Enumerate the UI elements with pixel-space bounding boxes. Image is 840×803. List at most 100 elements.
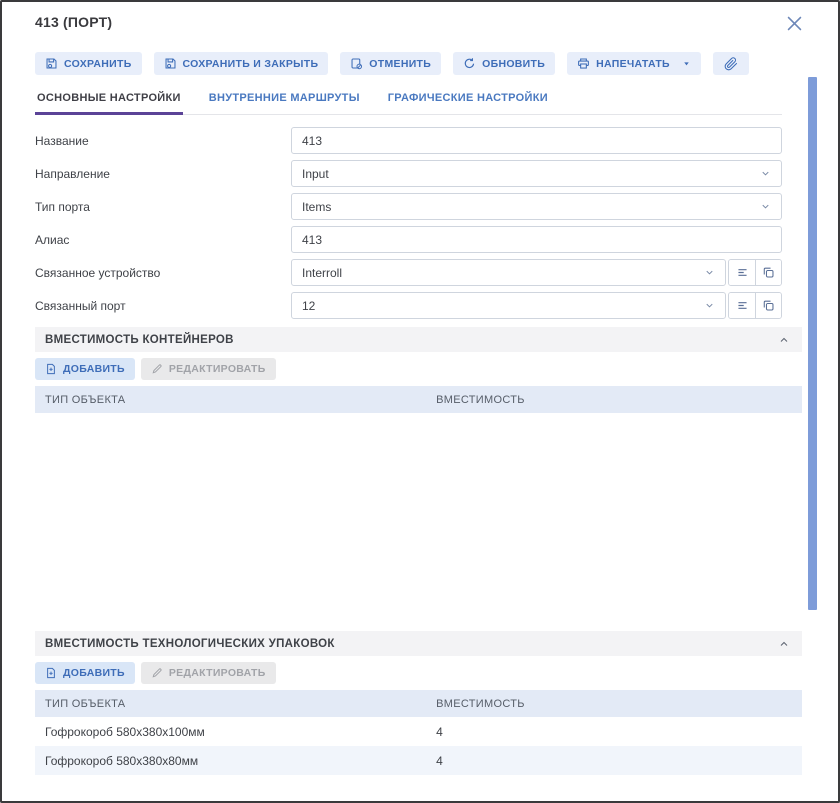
containers-capacity-table: ТИП ОБЪЕКТА ВМЕСТИМОСТЬ bbox=[35, 386, 802, 623]
section-containers-header[interactable]: ВМЕСТИМОСТЬ КОНТЕЙНЕРОВ bbox=[35, 327, 802, 352]
add-button[interactable]: ДОБАВИТЬ bbox=[35, 662, 135, 684]
list-lines-icon bbox=[736, 266, 749, 279]
list-lines-icon bbox=[736, 299, 749, 312]
open-list-button[interactable] bbox=[729, 293, 755, 318]
tab-graphic-settings[interactable]: ГРАФИЧЕСКИЕ НАСТРОЙКИ bbox=[386, 88, 550, 115]
add-button[interactable]: ДОБАВИТЬ bbox=[35, 358, 135, 380]
copy-button[interactable] bbox=[755, 293, 781, 318]
alias-label: Алиас bbox=[35, 233, 291, 247]
linked-device-select[interactable]: Interroll bbox=[291, 259, 726, 286]
edit-button-label: РЕДАКТИРОВАТЬ bbox=[169, 363, 266, 375]
cancel-icon bbox=[350, 57, 363, 70]
save-and-close-button[interactable]: СОХРАНИТЬ И ЗАКРЫТЬ bbox=[154, 52, 329, 75]
edit-button[interactable]: РЕДАКТИРОВАТЬ bbox=[141, 662, 276, 684]
main-settings-form: Название Направление Input Тип порта Ite… bbox=[35, 127, 782, 319]
port-dialog: 413 (ПОРТ) СОХРАНИТЬ bbox=[0, 0, 840, 803]
form-row-name: Название bbox=[35, 127, 782, 154]
save-and-close-button-label: СОХРАНИТЬ И ЗАКРЫТЬ bbox=[183, 58, 319, 70]
chevron-down-icon bbox=[760, 168, 771, 179]
linked-device-value: Interroll bbox=[302, 266, 342, 280]
port-type-value: Items bbox=[302, 200, 331, 214]
open-list-button[interactable] bbox=[729, 260, 755, 285]
refresh-icon bbox=[463, 57, 476, 70]
table-header: ТИП ОБЪЕКТА ВМЕСТИМОСТЬ bbox=[35, 690, 802, 717]
section-containers-toolbar: ДОБАВИТЬ РЕДАКТИРОВАТЬ bbox=[35, 358, 782, 380]
name-input[interactable] bbox=[291, 127, 782, 154]
section-packages-title: ВМЕСТИМОСТЬ ТЕХНОЛОГИЧЕСКИХ УПАКОВОК bbox=[45, 638, 335, 650]
pencil-icon bbox=[151, 667, 163, 679]
cancel-button[interactable]: ОТМЕНИТЬ bbox=[340, 52, 441, 75]
linked-port-value: 12 bbox=[302, 299, 315, 313]
cell-capacity: 4 bbox=[426, 725, 802, 739]
edit-button-label: РЕДАКТИРОВАТЬ bbox=[169, 667, 266, 679]
packages-capacity-table: ТИП ОБЪЕКТА ВМЕСТИМОСТЬ Гофрокороб 580х3… bbox=[35, 690, 802, 775]
linked-port-label: Связанный порт bbox=[35, 299, 291, 313]
form-row-direction: Направление Input bbox=[35, 160, 782, 187]
tab-main-settings[interactable]: ОСНОВНЫЕ НАСТРОЙКИ bbox=[35, 88, 183, 115]
vertical-scrollbar-thumb[interactable] bbox=[808, 77, 817, 610]
chevron-down-icon bbox=[704, 300, 715, 311]
section-packages-header[interactable]: ВМЕСТИМОСТЬ ТЕХНОЛОГИЧЕСКИХ УПАКОВОК bbox=[35, 631, 802, 656]
linked-device-lookup: Interroll bbox=[291, 259, 782, 286]
direction-label: Направление bbox=[35, 167, 291, 181]
document-plus-icon bbox=[45, 363, 57, 375]
tab-internal-routes[interactable]: ВНУТРЕННИЕ МАРШРУТЫ bbox=[207, 88, 362, 115]
print-icon bbox=[577, 57, 590, 70]
form-row-port-type: Тип порта Items bbox=[35, 193, 782, 220]
column-header-capacity: ВМЕСТИМОСТЬ bbox=[426, 698, 802, 710]
copy-button[interactable] bbox=[755, 260, 781, 285]
cell-object-type: Гофрокороб 580х380х80мм bbox=[35, 754, 426, 768]
form-row-linked-device: Связанное устройство Interroll bbox=[35, 259, 782, 286]
column-header-object-type: ТИП ОБЪЕКТА bbox=[35, 394, 426, 406]
table-row[interactable]: Гофрокороб 580х380х80мм 4 bbox=[35, 746, 802, 775]
column-header-capacity: ВМЕСТИМОСТЬ bbox=[426, 394, 802, 406]
direction-value: Input bbox=[302, 167, 329, 181]
direction-select[interactable]: Input bbox=[291, 160, 782, 187]
chevron-down-icon bbox=[704, 267, 715, 278]
add-button-label: ДОБАВИТЬ bbox=[63, 363, 125, 375]
chevron-down-icon bbox=[760, 201, 771, 212]
print-button-label: НАПЕЧАТАТЬ bbox=[596, 58, 670, 70]
section-packages-toolbar: ДОБАВИТЬ РЕДАКТИРОВАТЬ bbox=[35, 662, 782, 684]
titlebar: 413 (ПОРТ) bbox=[35, 14, 782, 40]
cancel-button-label: ОТМЕНИТЬ bbox=[369, 58, 431, 70]
table-body-empty bbox=[35, 413, 802, 623]
close-icon bbox=[785, 14, 804, 33]
refresh-button-label: ОБНОВИТЬ bbox=[482, 58, 545, 70]
form-row-linked-port: Связанный порт 12 bbox=[35, 292, 782, 319]
copy-icon bbox=[762, 266, 775, 279]
save-button[interactable]: СОХРАНИТЬ bbox=[35, 52, 142, 75]
port-type-select[interactable]: Items bbox=[291, 193, 782, 220]
linked-port-actions bbox=[728, 292, 782, 319]
linked-port-select[interactable]: 12 bbox=[291, 292, 726, 319]
table-row[interactable]: Гофрокороб 580х380х100мм 4 bbox=[35, 717, 802, 746]
form-row-alias: Алиас bbox=[35, 226, 782, 253]
linked-port-lookup: 12 bbox=[291, 292, 782, 319]
tab-bar: ОСНОВНЫЕ НАСТРОЙКИ ВНУТРЕННИЕ МАРШРУТЫ Г… bbox=[35, 88, 782, 115]
chevron-up-icon bbox=[778, 334, 790, 346]
copy-icon bbox=[762, 299, 775, 312]
table-header: ТИП ОБЪЕКТА ВМЕСТИМОСТЬ bbox=[35, 386, 802, 413]
paperclip-icon bbox=[724, 57, 738, 71]
name-label: Название bbox=[35, 134, 291, 148]
attachments-button[interactable] bbox=[713, 52, 749, 75]
pencil-icon bbox=[151, 363, 163, 375]
linked-device-actions bbox=[728, 259, 782, 286]
linked-device-label: Связанное устройство bbox=[35, 266, 291, 280]
add-button-label: ДОБАВИТЬ bbox=[63, 667, 125, 679]
toolbar: СОХРАНИТЬ СОХРАНИТЬ И ЗАКРЫТЬ ОТМЕНИТЬ bbox=[35, 52, 782, 75]
chevron-up-icon bbox=[778, 638, 790, 650]
close-button[interactable] bbox=[785, 14, 804, 33]
edit-button[interactable]: РЕДАКТИРОВАТЬ bbox=[141, 358, 276, 380]
cell-object-type: Гофрокороб 580х380х100мм bbox=[35, 725, 426, 739]
document-plus-icon bbox=[45, 667, 57, 679]
port-type-label: Тип порта bbox=[35, 200, 291, 214]
print-dropdown-caret-icon bbox=[682, 59, 691, 68]
cell-capacity: 4 bbox=[426, 754, 802, 768]
save-button-label: СОХРАНИТЬ bbox=[64, 58, 132, 70]
refresh-button[interactable]: ОБНОВИТЬ bbox=[453, 52, 555, 75]
print-button[interactable]: НАПЕЧАТАТЬ bbox=[567, 52, 701, 75]
page-title: 413 (ПОРТ) bbox=[35, 14, 112, 30]
save-icon bbox=[45, 57, 58, 70]
alias-input[interactable] bbox=[291, 226, 782, 253]
